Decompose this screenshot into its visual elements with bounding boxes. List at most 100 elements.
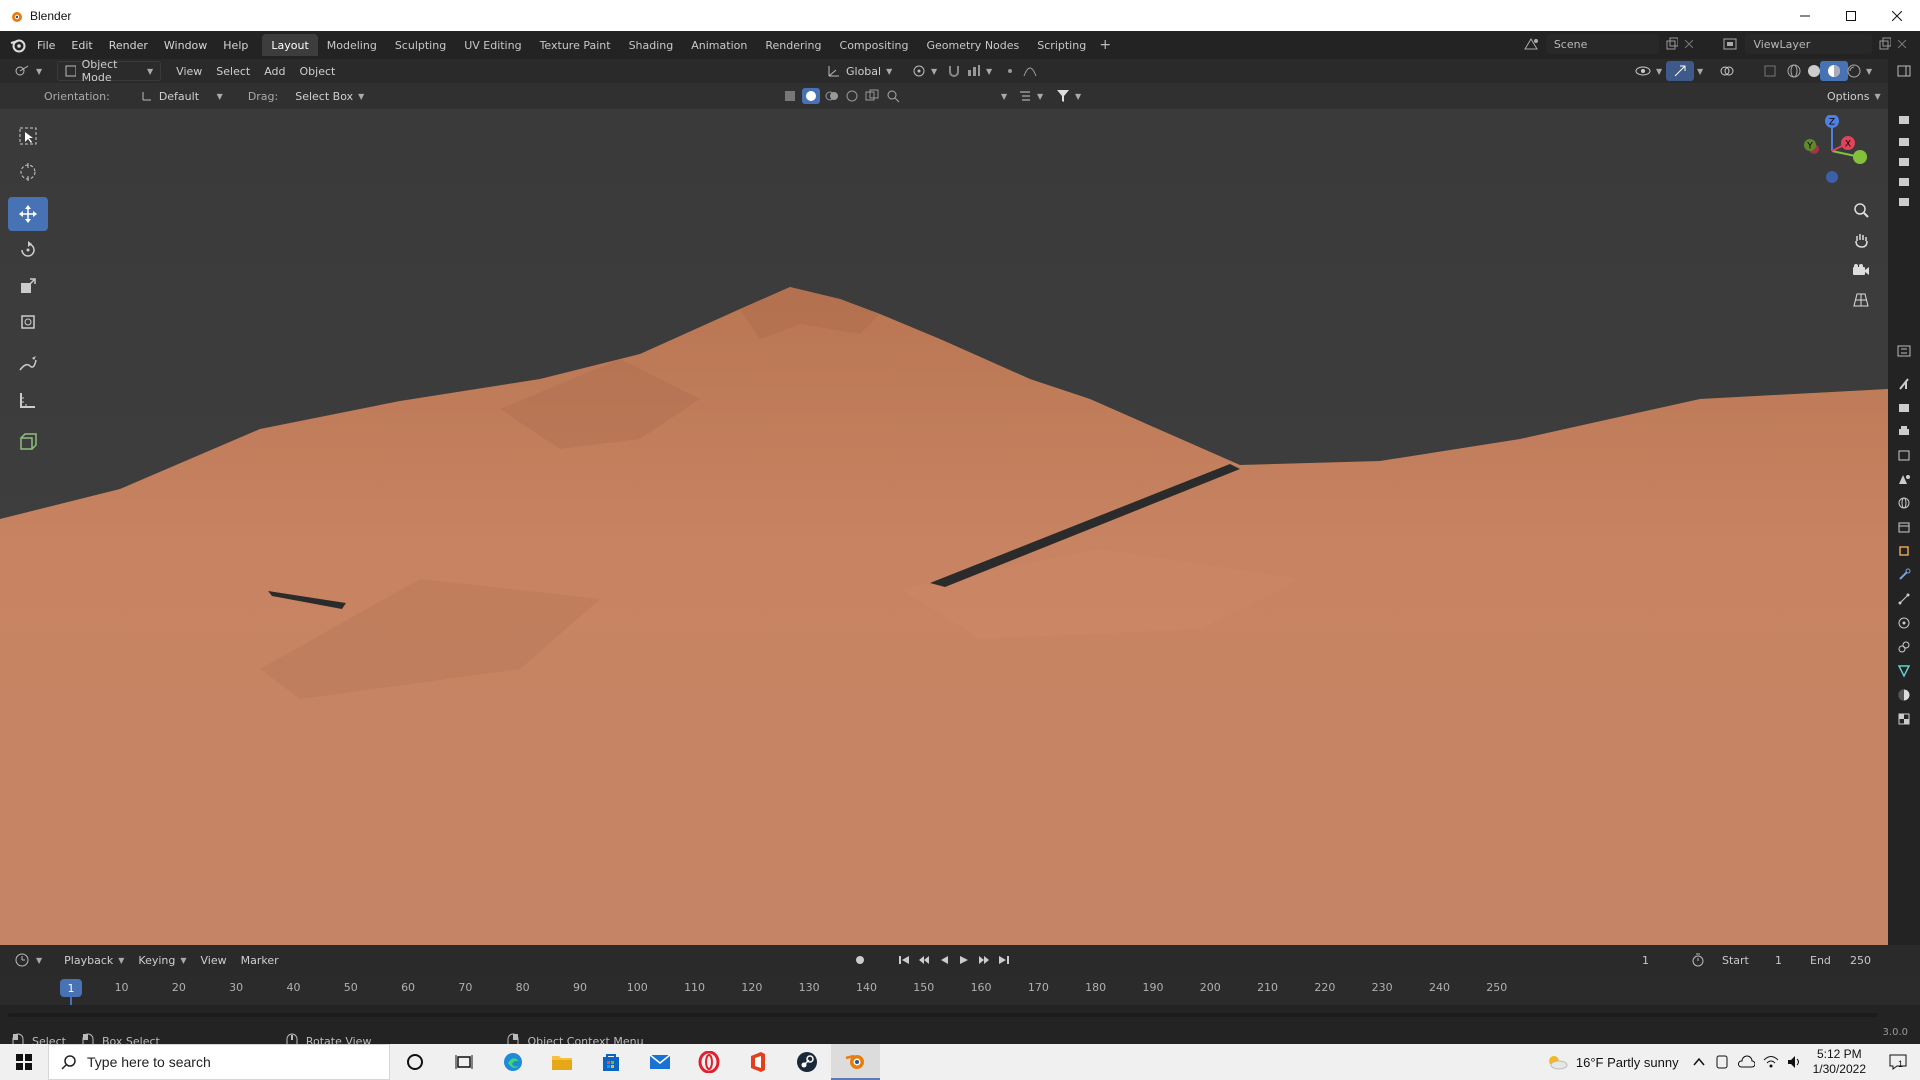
mail-app-button[interactable]: [635, 1044, 684, 1080]
tab-sculpting[interactable]: Sculpting: [386, 34, 455, 56]
falloff-button[interactable]: [1016, 61, 1044, 81]
menu-window[interactable]: Window: [156, 39, 215, 52]
menu-view[interactable]: View: [169, 61, 209, 81]
gizmo-dropdown-arrow[interactable]: ▼: [1697, 67, 1703, 76]
duplicate-layer-icon[interactable]: [1878, 37, 1892, 51]
add-workspace-button[interactable]: +: [1095, 37, 1115, 53]
tab-modeling[interactable]: Modeling: [318, 34, 386, 56]
blender-app-button[interactable]: [831, 1044, 880, 1080]
menu-keying[interactable]: Keying ▼: [131, 950, 193, 970]
filter-button[interactable]: ▼: [1056, 89, 1081, 103]
tab-scene[interactable]: [1888, 467, 1920, 491]
outliner-filter-button[interactable]: ▼: [1018, 89, 1043, 103]
pan-button[interactable]: [1848, 227, 1874, 253]
render-slot-4[interactable]: [1888, 171, 1920, 191]
select-extend-icon[interactable]: [802, 88, 820, 104]
tool-rotate[interactable]: [8, 233, 48, 267]
jump-to-end-icon[interactable]: [998, 954, 1010, 966]
maximize-button[interactable]: [1828, 0, 1874, 31]
gizmo-y-axis[interactable]: [1853, 150, 1867, 164]
tool-select-box[interactable]: [8, 119, 48, 153]
start-frame-field[interactable]: 1: [1775, 954, 1782, 967]
camera-view-button[interactable]: [1848, 257, 1874, 283]
remove-scene-icon[interactable]: [1684, 39, 1693, 49]
tool-scale[interactable]: [8, 269, 48, 303]
duplicate-scene-icon[interactable]: [1665, 37, 1678, 51]
tab-tool[interactable]: [1888, 371, 1920, 395]
weather-text[interactable]: 16°F Partly sunny: [1576, 1055, 1679, 1070]
tab-object[interactable]: [1888, 539, 1920, 563]
menu-edit[interactable]: Edit: [63, 39, 100, 52]
playhead[interactable]: 1: [60, 979, 82, 997]
remove-layer-icon[interactable]: [1897, 39, 1907, 49]
tab-texture-paint[interactable]: Texture Paint: [531, 34, 620, 56]
tab-compositing[interactable]: Compositing: [831, 34, 918, 56]
end-frame-field[interactable]: 250: [1850, 954, 1871, 967]
menu-select[interactable]: Select: [209, 61, 257, 81]
menu-file[interactable]: File: [29, 39, 63, 52]
menu-object[interactable]: Object: [293, 61, 343, 81]
options-dropdown[interactable]: Options ▼: [1820, 86, 1888, 106]
tab-scripting[interactable]: Scripting: [1028, 34, 1095, 56]
view-layer-selector[interactable]: ViewLayer: [1722, 34, 1907, 54]
tab-rendering[interactable]: Rendering: [756, 34, 830, 56]
snap-elements-dropdown[interactable]: ▼: [1001, 92, 1007, 101]
tab-physics[interactable]: [1888, 611, 1920, 635]
tool-cursor[interactable]: [8, 155, 48, 189]
render-slot-3[interactable]: [1888, 151, 1920, 171]
select-subtract-icon[interactable]: [824, 88, 840, 104]
onedrive-cloud-icon[interactable]: [1737, 1055, 1755, 1069]
3d-viewport[interactable]: Z X Y: [0, 109, 1888, 945]
tab-shading[interactable]: Shading: [620, 34, 683, 56]
steam-app-button[interactable]: [782, 1044, 831, 1080]
tab-uv-editing[interactable]: UV Editing: [455, 34, 530, 56]
tool-transform[interactable]: [8, 305, 48, 339]
drag-dropdown[interactable]: Select Box ▼: [288, 86, 371, 106]
store-app-button[interactable]: [586, 1044, 635, 1080]
render-slot-5[interactable]: [1888, 191, 1920, 211]
gizmo-neg-z-axis[interactable]: [1826, 171, 1838, 183]
timeline-track-area[interactable]: [0, 1005, 1920, 1025]
office-app-button[interactable]: [733, 1044, 782, 1080]
play-icon[interactable]: [958, 954, 970, 966]
view-layer-name-field[interactable]: ViewLayer: [1745, 34, 1872, 54]
menu-add[interactable]: Add: [257, 61, 292, 81]
menu-marker[interactable]: Marker: [234, 950, 286, 970]
tab-modifiers[interactable]: [1888, 563, 1920, 587]
tab-material[interactable]: [1888, 683, 1920, 707]
play-reverse-icon[interactable]: [938, 954, 950, 966]
object-mode-dropdown[interactable]: Object Mode ▼: [57, 58, 162, 84]
menu-render[interactable]: Render: [101, 39, 156, 52]
properties-editor-toggle[interactable]: [1888, 339, 1920, 363]
stopwatch-icon[interactable]: [1691, 953, 1705, 967]
close-window-button[interactable]: [1874, 0, 1920, 31]
menu-playback[interactable]: Playback ▼: [57, 950, 131, 970]
tab-geometry-nodes[interactable]: Geometry Nodes: [917, 34, 1028, 56]
network-wifi-icon[interactable]: [1763, 1055, 1779, 1069]
navigation-gizmo[interactable]: Z X Y: [1796, 115, 1868, 187]
tab-data[interactable]: [1888, 659, 1920, 683]
timeline-ruler[interactable]: 1 10 20 30 40 50 60 70 80 90 100 110 120 130 140 150 16…: [0, 975, 1920, 1021]
menu-help[interactable]: Help: [215, 39, 256, 52]
scene-name-field[interactable]: Scene: [1545, 34, 1659, 54]
tab-constraints[interactable]: [1888, 635, 1920, 659]
rendered-shading-button[interactable]: ▼: [1840, 61, 1879, 81]
steam-tray-icon[interactable]: [1715, 1054, 1729, 1070]
view-object-types-button[interactable]: ▼: [1628, 61, 1669, 81]
select-set-icon[interactable]: [782, 88, 798, 104]
render-slot-1[interactable]: [1888, 107, 1920, 131]
cortana-button[interactable]: [390, 1044, 439, 1080]
tab-collection[interactable]: [1888, 515, 1920, 539]
search-icon[interactable]: [886, 89, 900, 103]
pivot-point-button[interactable]: ▼: [905, 61, 944, 81]
scene-selector[interactable]: Scene: [1523, 34, 1693, 54]
tool-add-cube[interactable]: [8, 425, 48, 459]
tab-render[interactable]: [1888, 395, 1920, 419]
transform-orientation-dropdown[interactable]: Global ▼: [820, 61, 899, 81]
jump-to-keyframe-forward-icon[interactable]: [978, 954, 990, 966]
task-view-button[interactable]: [439, 1044, 488, 1080]
select-invert-icon[interactable]: [844, 88, 860, 104]
taskbar-search-box[interactable]: Type here to search: [48, 1044, 390, 1080]
tab-texture[interactable]: [1888, 707, 1920, 731]
blender-menu-button[interactable]: [7, 34, 29, 56]
